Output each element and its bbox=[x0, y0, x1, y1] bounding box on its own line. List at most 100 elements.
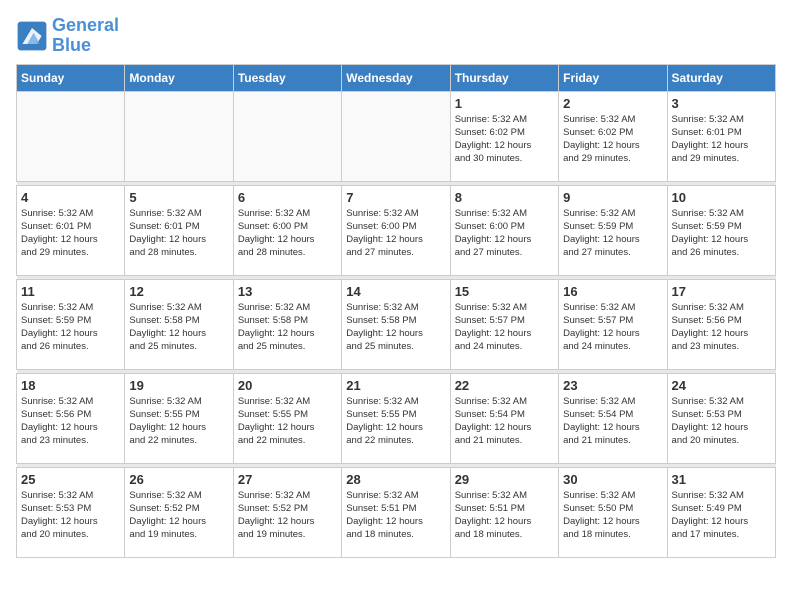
day-number: 14 bbox=[346, 284, 445, 299]
calendar-week-row: 4Sunrise: 5:32 AM Sunset: 6:01 PM Daylig… bbox=[17, 185, 776, 275]
day-number: 2 bbox=[563, 96, 662, 111]
day-info: Sunrise: 5:32 AM Sunset: 5:55 PM Dayligh… bbox=[238, 395, 337, 448]
calendar-cell: 31Sunrise: 5:32 AM Sunset: 5:49 PM Dayli… bbox=[667, 467, 775, 557]
day-number: 31 bbox=[672, 472, 771, 487]
day-info: Sunrise: 5:32 AM Sunset: 5:58 PM Dayligh… bbox=[346, 301, 445, 354]
calendar-cell bbox=[17, 91, 125, 181]
page-header: General Blue bbox=[16, 16, 776, 56]
day-info: Sunrise: 5:32 AM Sunset: 6:01 PM Dayligh… bbox=[21, 207, 120, 260]
day-number: 15 bbox=[455, 284, 554, 299]
calendar-cell: 15 Sunrise: 5:32 AM Sunset: 5:57 PM Dayli… bbox=[450, 279, 558, 369]
weekday-header-tuesday: Tuesday bbox=[233, 64, 341, 91]
calendar-cell: 17 Sunrise: 5:32 AM Sunset: 5:56 PM Dayli… bbox=[667, 279, 775, 369]
calendar-cell: 2 Sunrise: 5:32 AM Sunset: 6:02 PM Daylig… bbox=[559, 91, 667, 181]
day-info: Sunrise: 5:32 AM Sunset: 5:53 PM Dayligh… bbox=[21, 489, 120, 542]
day-number: 10 bbox=[672, 190, 771, 205]
day-number: 16 bbox=[563, 284, 662, 299]
calendar-cell: 19 Sunrise: 5:32 AM Sunset: 5:55 PM Dayli… bbox=[125, 373, 233, 463]
day-number: 24 bbox=[672, 378, 771, 393]
day-info: Sunrise: 5:32 AM Sunset: 5:53 PM Dayligh… bbox=[672, 395, 771, 448]
day-number: 8 bbox=[455, 190, 554, 205]
day-info: Sunrise: 5:32 AM Sunset: 5:59 PM Dayligh… bbox=[21, 301, 120, 354]
day-info: Sunrise: 5:32 AM Sunset: 5:54 PM Dayligh… bbox=[455, 395, 554, 448]
day-info: Sunrise: 5:32 AM Sunset: 5:55 PM Dayligh… bbox=[129, 395, 228, 448]
calendar-cell: 13 Sunrise: 5:32 AM Sunset: 5:58 PM Dayli… bbox=[233, 279, 341, 369]
calendar-week-row: 25Sunrise: 5:32 AM Sunset: 5:53 PM Dayli… bbox=[17, 467, 776, 557]
weekday-header-thursday: Thursday bbox=[450, 64, 558, 91]
day-number: 17 bbox=[672, 284, 771, 299]
day-info: Sunrise: 5:32 AM Sunset: 5:59 PM Dayligh… bbox=[672, 207, 771, 260]
day-number: 3 bbox=[672, 96, 771, 111]
calendar-cell: 26Sunrise: 5:32 AM Sunset: 5:52 PM Dayli… bbox=[125, 467, 233, 557]
calendar-header-row: SundayMondayTuesdayWednesdayThursdayFrid… bbox=[17, 64, 776, 91]
day-info: Sunrise: 5:32 AM Sunset: 6:00 PM Dayligh… bbox=[346, 207, 445, 260]
logo: General Blue bbox=[16, 16, 119, 56]
calendar-cell: 12Sunrise: 5:32 AM Sunset: 5:58 PM Dayli… bbox=[125, 279, 233, 369]
day-number: 20 bbox=[238, 378, 337, 393]
day-number: 12 bbox=[129, 284, 228, 299]
day-number: 28 bbox=[346, 472, 445, 487]
day-info: Sunrise: 5:32 AM Sunset: 6:01 PM Dayligh… bbox=[672, 113, 771, 166]
day-info: Sunrise: 5:32 AM Sunset: 6:02 PM Dayligh… bbox=[455, 113, 554, 166]
calendar-cell: 7 Sunrise: 5:32 AM Sunset: 6:00 PM Daylig… bbox=[342, 185, 450, 275]
calendar-cell: 6Sunrise: 5:32 AM Sunset: 6:00 PM Daylig… bbox=[233, 185, 341, 275]
calendar-week-row: 11 Sunrise: 5:32 AM Sunset: 5:59 PM Dayli… bbox=[17, 279, 776, 369]
day-number: 30 bbox=[563, 472, 662, 487]
calendar-week-row: 1 Sunrise: 5:32 AM Sunset: 6:02 PM Daylig… bbox=[17, 91, 776, 181]
calendar-week-row: 18Sunrise: 5:32 AM Sunset: 5:56 PM Dayli… bbox=[17, 373, 776, 463]
day-number: 9 bbox=[563, 190, 662, 205]
weekday-header-sunday: Sunday bbox=[17, 64, 125, 91]
calendar-cell: 20 Sunrise: 5:32 AM Sunset: 5:55 PM Dayli… bbox=[233, 373, 341, 463]
day-info: Sunrise: 5:32 AM Sunset: 5:59 PM Dayligh… bbox=[563, 207, 662, 260]
calendar-cell: 16Sunrise: 5:32 AM Sunset: 5:57 PM Dayli… bbox=[559, 279, 667, 369]
calendar-cell: 5 Sunrise: 5:32 AM Sunset: 6:01 PM Daylig… bbox=[125, 185, 233, 275]
day-number: 7 bbox=[346, 190, 445, 205]
calendar-cell: 14 Sunrise: 5:32 AM Sunset: 5:58 PM Dayli… bbox=[342, 279, 450, 369]
calendar-cell: 8 Sunrise: 5:32 AM Sunset: 6:00 PM Daylig… bbox=[450, 185, 558, 275]
calendar-cell: 24 Sunrise: 5:32 AM Sunset: 5:53 PM Dayli… bbox=[667, 373, 775, 463]
day-info: Sunrise: 5:32 AM Sunset: 5:55 PM Dayligh… bbox=[346, 395, 445, 448]
logo-icon bbox=[16, 20, 48, 52]
weekday-header-wednesday: Wednesday bbox=[342, 64, 450, 91]
day-info: Sunrise: 5:32 AM Sunset: 5:51 PM Dayligh… bbox=[346, 489, 445, 542]
day-info: Sunrise: 5:32 AM Sunset: 6:00 PM Dayligh… bbox=[455, 207, 554, 260]
day-info: Sunrise: 5:32 AM Sunset: 5:56 PM Dayligh… bbox=[672, 301, 771, 354]
day-number: 21 bbox=[346, 378, 445, 393]
day-info: Sunrise: 5:32 AM Sunset: 5:58 PM Dayligh… bbox=[238, 301, 337, 354]
calendar-cell bbox=[125, 91, 233, 181]
day-number: 27 bbox=[238, 472, 337, 487]
calendar-cell: 27Sunrise: 5:32 AM Sunset: 5:52 PM Dayli… bbox=[233, 467, 341, 557]
calendar-cell: 28 Sunrise: 5:32 AM Sunset: 5:51 PM Dayli… bbox=[342, 467, 450, 557]
day-number: 1 bbox=[455, 96, 554, 111]
calendar-cell: 21 Sunrise: 5:32 AM Sunset: 5:55 PM Dayli… bbox=[342, 373, 450, 463]
day-info: Sunrise: 5:32 AM Sunset: 6:00 PM Dayligh… bbox=[238, 207, 337, 260]
day-number: 23 bbox=[563, 378, 662, 393]
day-info: Sunrise: 5:32 AM Sunset: 5:51 PM Dayligh… bbox=[455, 489, 554, 542]
calendar-cell: 25Sunrise: 5:32 AM Sunset: 5:53 PM Dayli… bbox=[17, 467, 125, 557]
calendar-cell: 4Sunrise: 5:32 AM Sunset: 6:01 PM Daylig… bbox=[17, 185, 125, 275]
calendar-cell: 18Sunrise: 5:32 AM Sunset: 5:56 PM Dayli… bbox=[17, 373, 125, 463]
day-info: Sunrise: 5:32 AM Sunset: 5:52 PM Dayligh… bbox=[129, 489, 228, 542]
calendar-cell: 30 Sunrise: 5:32 AM Sunset: 5:50 PM Dayli… bbox=[559, 467, 667, 557]
calendar-cell: 22Sunrise: 5:32 AM Sunset: 5:54 PM Dayli… bbox=[450, 373, 558, 463]
day-info: Sunrise: 5:32 AM Sunset: 5:57 PM Dayligh… bbox=[455, 301, 554, 354]
day-number: 18 bbox=[21, 378, 120, 393]
calendar-cell: 9 Sunrise: 5:32 AM Sunset: 5:59 PM Daylig… bbox=[559, 185, 667, 275]
day-number: 19 bbox=[129, 378, 228, 393]
day-info: Sunrise: 5:32 AM Sunset: 6:01 PM Dayligh… bbox=[129, 207, 228, 260]
day-info: Sunrise: 5:32 AM Sunset: 5:54 PM Dayligh… bbox=[563, 395, 662, 448]
calendar-table: SundayMondayTuesdayWednesdayThursdayFrid… bbox=[16, 64, 776, 558]
calendar-cell: 1 Sunrise: 5:32 AM Sunset: 6:02 PM Daylig… bbox=[450, 91, 558, 181]
calendar-cell: 23 Sunrise: 5:32 AM Sunset: 5:54 PM Dayli… bbox=[559, 373, 667, 463]
calendar-cell: 10 Sunrise: 5:32 AM Sunset: 5:59 PM Dayli… bbox=[667, 185, 775, 275]
day-number: 29 bbox=[455, 472, 554, 487]
day-number: 5 bbox=[129, 190, 228, 205]
calendar-cell bbox=[342, 91, 450, 181]
day-info: Sunrise: 5:32 AM Sunset: 6:02 PM Dayligh… bbox=[563, 113, 662, 166]
day-info: Sunrise: 5:32 AM Sunset: 5:50 PM Dayligh… bbox=[563, 489, 662, 542]
day-number: 13 bbox=[238, 284, 337, 299]
weekday-header-friday: Friday bbox=[559, 64, 667, 91]
day-number: 11 bbox=[21, 284, 120, 299]
weekday-header-monday: Monday bbox=[125, 64, 233, 91]
calendar-cell bbox=[233, 91, 341, 181]
